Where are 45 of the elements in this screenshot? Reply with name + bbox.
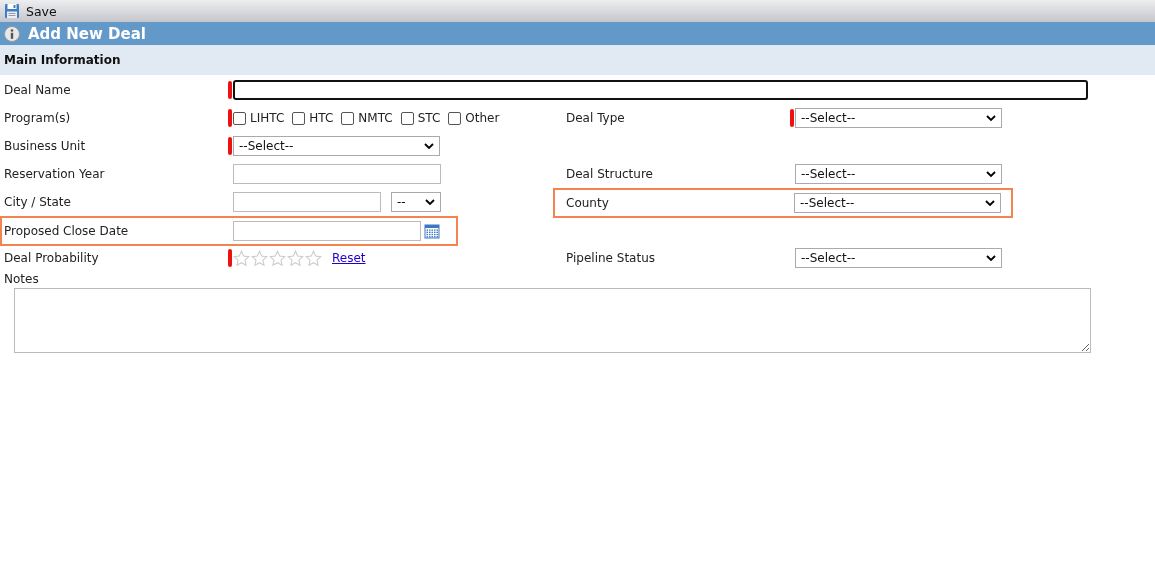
checkbox-option[interactable]: NMTC [341,111,393,125]
info-icon [4,25,20,42]
chevron-icon [986,171,996,177]
select-dropdown[interactable]: --Select-- [794,192,1001,213]
chevron-icon [985,199,995,206]
field-label: Pipeline Status [566,251,656,265]
star-icon[interactable] [305,249,322,267]
star-icon[interactable] [269,249,286,267]
field-label: Deal Name [4,83,72,97]
state-dropdown[interactable]: -- [391,192,441,212]
checkbox-option[interactable]: HTC [292,111,334,125]
page-title: Add New Deal [28,24,146,43]
field-label: Deal Type [566,111,626,125]
field-label: City / State [4,195,72,209]
select-dropdown[interactable]: --Select-- [795,164,1002,184]
notes-textarea[interactable] [14,288,1091,353]
field-label: Reservation Year [4,167,106,181]
field-label: Notes [4,272,40,288]
select-dropdown[interactable]: --Select-- [795,108,1002,128]
field-label: Business Unit [4,139,87,153]
star-icon[interactable] [233,249,250,267]
chevron-icon [986,115,996,121]
chevron-icon [986,255,996,261]
star-icon[interactable] [251,249,268,267]
checkbox-option[interactable]: STC [400,111,441,125]
calendar-icon[interactable] [424,222,440,239]
field-label: Deal Structure [566,167,654,181]
date-field[interactable] [233,220,421,241]
chevron-icon [424,143,434,149]
checkbox-option[interactable]: Other [448,111,500,125]
city-field[interactable] [233,192,381,212]
star-icon[interactable] [287,249,304,267]
select-dropdown[interactable]: --Select-- [795,248,1002,268]
field-label: County [566,195,610,210]
field-label: Deal Probability [4,251,100,265]
select-dropdown[interactable]: --Select-- [233,136,440,156]
checkbox-option[interactable]: LIHTC [233,111,285,125]
save-button[interactable]: Save [4,3,57,19]
section-title: Main Information [4,53,121,67]
text-field[interactable] [233,80,1088,100]
reset-link[interactable]: Reset [332,251,366,265]
field-label: Program(s) [4,111,72,125]
chevron-icon [425,199,435,205]
text-field[interactable] [233,164,441,184]
field-label: Proposed Close Date [4,223,130,238]
